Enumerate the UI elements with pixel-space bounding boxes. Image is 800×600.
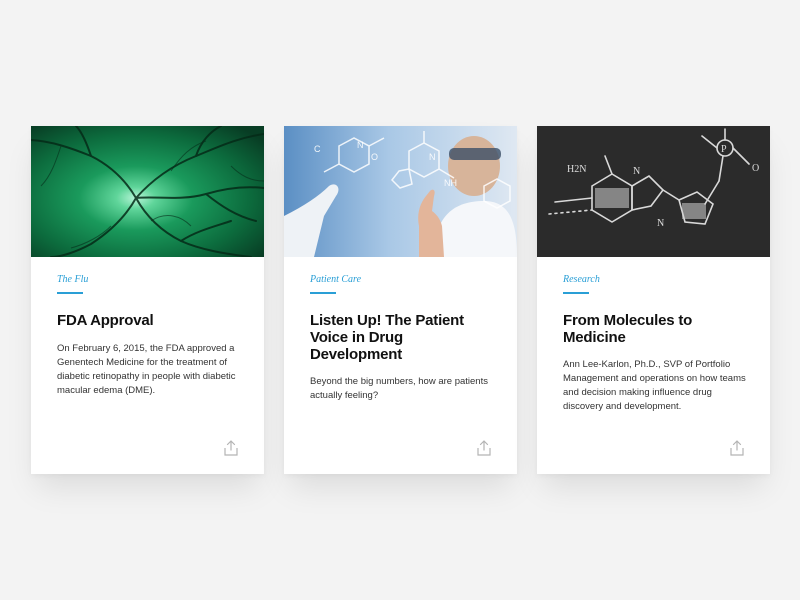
share-button[interactable]: [477, 440, 491, 456]
svg-text:N: N: [633, 166, 640, 177]
share-icon: [224, 440, 238, 456]
svg-text:N: N: [429, 152, 436, 162]
card-image-retina[interactable]: [31, 126, 264, 257]
card-title[interactable]: FDA Approval: [57, 312, 243, 329]
share-button[interactable]: [224, 440, 238, 456]
card-description: On February 6, 2015, the FDA approved a …: [57, 343, 236, 396]
card-image-chalkboard[interactable]: H2N P N N O: [537, 126, 770, 257]
article-card[interactable]: N O N NH C Patient Care Listen Up! The P…: [284, 126, 517, 474]
article-card[interactable]: H2N P N N O Research From Molecules to M…: [537, 126, 770, 474]
share-button[interactable]: [730, 440, 744, 456]
card-title[interactable]: From Molecules to Medicine: [563, 312, 749, 346]
category-underline: [57, 292, 83, 294]
svg-text:N: N: [357, 140, 364, 150]
category-underline: [310, 292, 336, 294]
card-title[interactable]: Listen Up! The Patient Voice in Drug Dev…: [310, 312, 496, 363]
category-label[interactable]: The Flu: [57, 274, 88, 285]
svg-text:C: C: [314, 144, 321, 154]
article-card[interactable]: The Flu FDA Approval On February 6, 2015…: [31, 126, 264, 474]
category-label[interactable]: Research: [563, 274, 600, 285]
svg-text:H2N: H2N: [567, 164, 586, 175]
category-underline: [563, 292, 589, 294]
card-image-scientist[interactable]: N O N NH C: [284, 126, 517, 257]
share-icon: [730, 440, 744, 456]
svg-text:NH: NH: [444, 178, 457, 188]
category-label[interactable]: Patient Care: [310, 274, 361, 285]
svg-text:O: O: [752, 163, 759, 174]
svg-text:P: P: [721, 144, 727, 155]
card-description: Ann Lee-Karlon, Ph.D., SVP of Portfolio …: [563, 359, 746, 412]
card-description: Beyond the big numbers, how are patients…: [310, 376, 488, 401]
share-icon: [477, 440, 491, 456]
svg-text:N: N: [657, 218, 664, 229]
svg-text:O: O: [371, 152, 378, 162]
